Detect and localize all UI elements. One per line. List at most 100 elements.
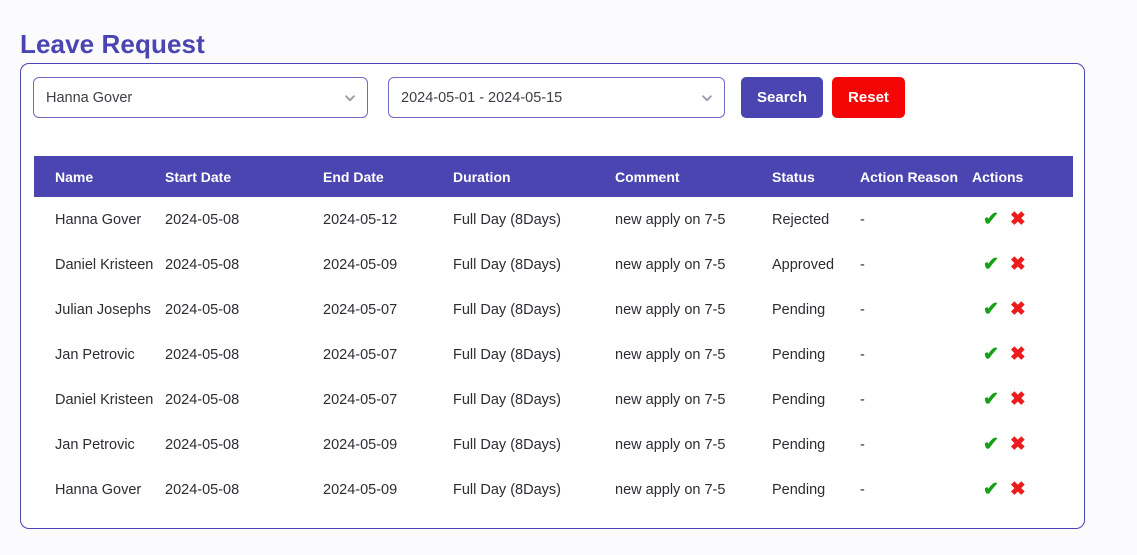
table-header-row: Name Start Date End Date Duration Commen… [34,156,1073,197]
cell-action-reason: - [860,346,865,363]
cell-comment: new apply on 7-5 [615,211,726,228]
status-badge: Pending [772,391,826,408]
cell-end-date: 2024-05-09 [323,481,398,498]
chevron-down-icon [343,91,357,105]
reject-cross-icon[interactable]: ✖ [1010,480,1026,499]
reset-button[interactable]: Reset [832,77,905,118]
actions-group: ✔ ✖ [972,300,1073,319]
cell-duration: Full Day (8Days) [453,391,561,408]
reject-cross-icon[interactable]: ✖ [1010,210,1026,229]
cell-actions: ✔ ✖ [972,242,1073,287]
cell-end-date: 2024-05-07 [323,346,398,363]
cell-actions: ✔ ✖ [972,467,1073,512]
status-badge: Pending [772,301,826,318]
table-row: Hanna Gover 2024-05-08 2024-05-09 Full Day … [34,467,1073,512]
table-row: Daniel Kristeen 2024-05-08 2024-05-09 Full … [34,242,1073,287]
cell-action-reason: - [860,391,865,408]
cell-duration: Full Day (8Days) [453,436,561,453]
column-header-comment: Comment [615,156,772,197]
leave-request-card: Hanna Gover 2024-05-01 - 2024-05-15 Sear… [20,63,1085,529]
cell-name: Jan Petrovic [55,346,135,363]
leave-request-table-container: Name Start Date End Date Duration Commen… [34,156,1073,512]
cell-comment: new apply on 7-5 [615,436,726,453]
reject-cross-icon[interactable]: ✖ [1010,345,1026,364]
cell-duration: Full Day (8Days) [453,256,561,273]
table-header: Name Start Date End Date Duration Commen… [34,156,1073,197]
reject-cross-icon[interactable]: ✖ [1010,255,1026,274]
cell-end-date: 2024-05-07 [323,391,398,408]
cell-name: Daniel Kristeen [55,391,154,408]
cell-start-date: 2024-05-08 [165,211,240,228]
approve-check-icon[interactable]: ✔ [983,480,999,499]
table-row: Jan Petrovic 2024-05-08 2024-05-07 Full Day… [34,332,1073,377]
date-range-select-value: 2024-05-01 - 2024-05-15 [401,89,563,106]
cell-action-reason: - [860,301,865,318]
column-header-start-date: Start Date [165,156,323,197]
actions-group: ✔ ✖ [972,255,1073,274]
cell-name: Jan Petrovic [55,436,135,453]
table-row: Hanna Gover 2024-05-08 2024-05-12 Full Day … [34,197,1073,242]
cell-name: Julian Josephs [55,301,151,318]
cell-start-date: 2024-05-08 [165,301,240,318]
approve-check-icon[interactable]: ✔ [983,255,999,274]
actions-group: ✔ ✖ [972,390,1073,409]
cell-actions: ✔ ✖ [972,332,1073,377]
cell-comment: new apply on 7-5 [615,346,726,363]
cell-action-reason: - [860,256,865,273]
status-badge: Pending [772,346,826,363]
employee-select[interactable]: Hanna Gover [33,77,368,118]
status-badge: Approved [772,256,835,273]
employee-select-value: Hanna Gover [46,89,133,106]
column-header-end-date: End Date [323,156,453,197]
cell-start-date: 2024-05-08 [165,391,240,408]
date-range-select[interactable]: 2024-05-01 - 2024-05-15 [388,77,725,118]
cell-start-date: 2024-05-08 [165,436,240,453]
reject-cross-icon[interactable]: ✖ [1010,390,1026,409]
cell-comment: new apply on 7-5 [615,301,726,318]
cell-actions: ✔ ✖ [972,287,1073,332]
table-row: Jan Petrovic 2024-05-08 2024-05-09 Full Day… [34,422,1073,467]
column-header-duration: Duration [453,156,615,197]
cell-actions: ✔ ✖ [972,377,1073,422]
reject-cross-icon[interactable]: ✖ [1010,300,1026,319]
cell-comment: new apply on 7-5 [615,391,726,408]
actions-group: ✔ ✖ [972,345,1073,364]
approve-check-icon[interactable]: ✔ [983,300,999,319]
cell-start-date: 2024-05-08 [165,256,240,273]
status-badge: Rejected [772,211,830,228]
filter-bar: Hanna Gover 2024-05-01 - 2024-05-15 Sear… [33,77,905,118]
approve-check-icon[interactable]: ✔ [983,435,999,454]
page-title: Leave Request [20,29,205,60]
leave-request-table: Name Start Date End Date Duration Commen… [34,156,1073,512]
cell-name: Hanna Gover [55,481,142,498]
chevron-down-icon [700,91,714,105]
cell-name: Hanna Gover [55,211,142,228]
approve-check-icon[interactable]: ✔ [983,390,999,409]
actions-group: ✔ ✖ [972,435,1073,454]
column-header-action-reason: Action Reason [860,156,972,197]
actions-group: ✔ ✖ [972,480,1073,499]
cell-duration: Full Day (8Days) [453,301,561,318]
cell-action-reason: - [860,211,865,228]
column-header-status: Status [772,156,860,197]
cell-end-date: 2024-05-09 [323,436,398,453]
cell-duration: Full Day (8Days) [453,211,561,228]
cell-action-reason: - [860,481,865,498]
table-row: Daniel Kristeen 2024-05-08 2024-05-07 Full … [34,377,1073,422]
column-header-actions: Actions [972,156,1073,197]
cell-action-reason: - [860,436,865,453]
reject-cross-icon[interactable]: ✖ [1010,435,1026,454]
column-header-name: Name [34,156,165,197]
status-badge: Pending [772,436,826,453]
cell-duration: Full Day (8Days) [453,346,561,363]
table-body: Hanna Gover 2024-05-08 2024-05-12 Full Day … [34,197,1073,512]
cell-end-date: 2024-05-12 [323,211,398,228]
search-button[interactable]: Search [741,77,824,118]
actions-group: ✔ ✖ [972,210,1073,229]
approve-check-icon[interactable]: ✔ [983,345,999,364]
cell-end-date: 2024-05-07 [323,301,398,318]
cell-actions: ✔ ✖ [972,197,1073,242]
table-row: Julian Josephs 2024-05-08 2024-05-07 Full D… [34,287,1073,332]
approve-check-icon[interactable]: ✔ [983,210,999,229]
cell-name: Daniel Kristeen [55,256,154,273]
